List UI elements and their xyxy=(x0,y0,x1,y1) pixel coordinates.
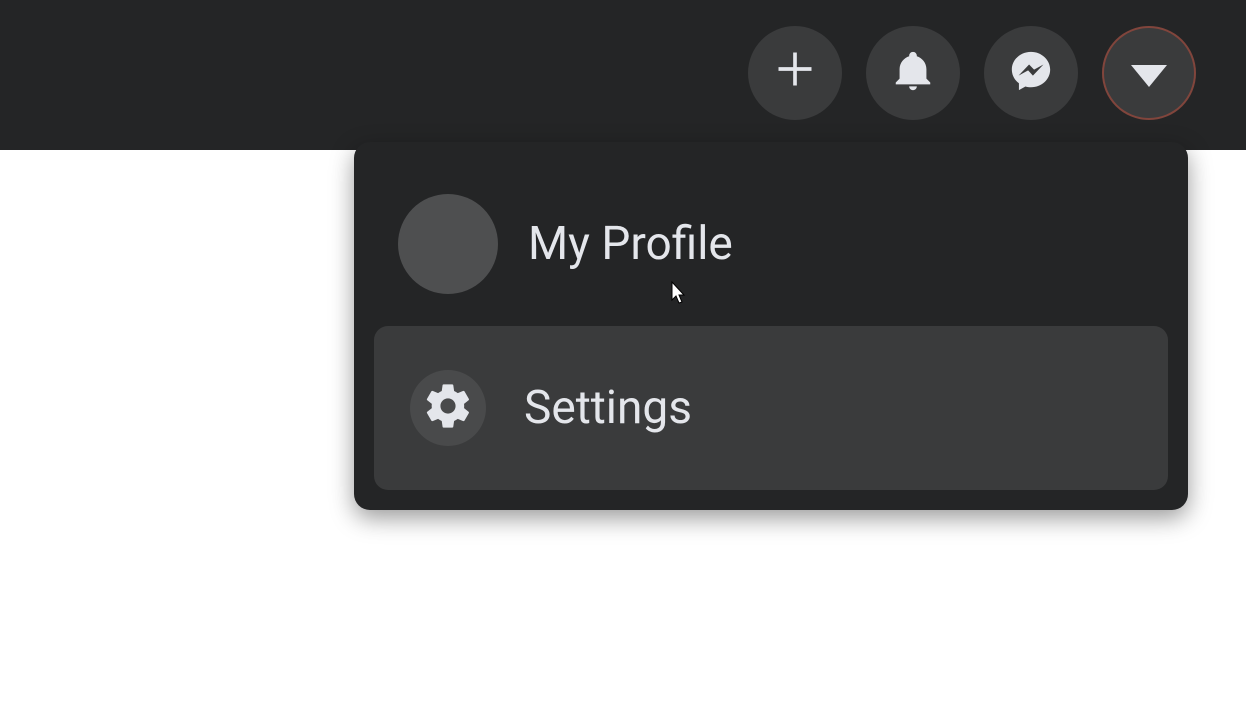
notifications-button[interactable] xyxy=(866,26,960,120)
my-profile-label: My Profile xyxy=(528,217,733,271)
settings-label: Settings xyxy=(524,381,692,435)
gear-icon xyxy=(422,380,474,436)
settings-menu-item[interactable]: Settings xyxy=(374,326,1168,490)
caret-down-icon xyxy=(1131,65,1167,87)
avatar xyxy=(398,194,498,294)
top-navigation-bar xyxy=(0,0,1246,150)
create-button[interactable] xyxy=(748,26,842,120)
account-menu-button[interactable] xyxy=(1102,26,1196,120)
settings-icon-wrapper xyxy=(410,370,486,446)
my-profile-menu-item[interactable]: My Profile xyxy=(374,162,1168,326)
messenger-icon xyxy=(1008,48,1054,98)
bell-icon xyxy=(890,48,936,98)
nav-button-group xyxy=(748,26,1196,120)
plus-icon xyxy=(773,47,817,100)
account-dropdown-menu: My Profile Settings xyxy=(354,142,1188,510)
messenger-button[interactable] xyxy=(984,26,1078,120)
